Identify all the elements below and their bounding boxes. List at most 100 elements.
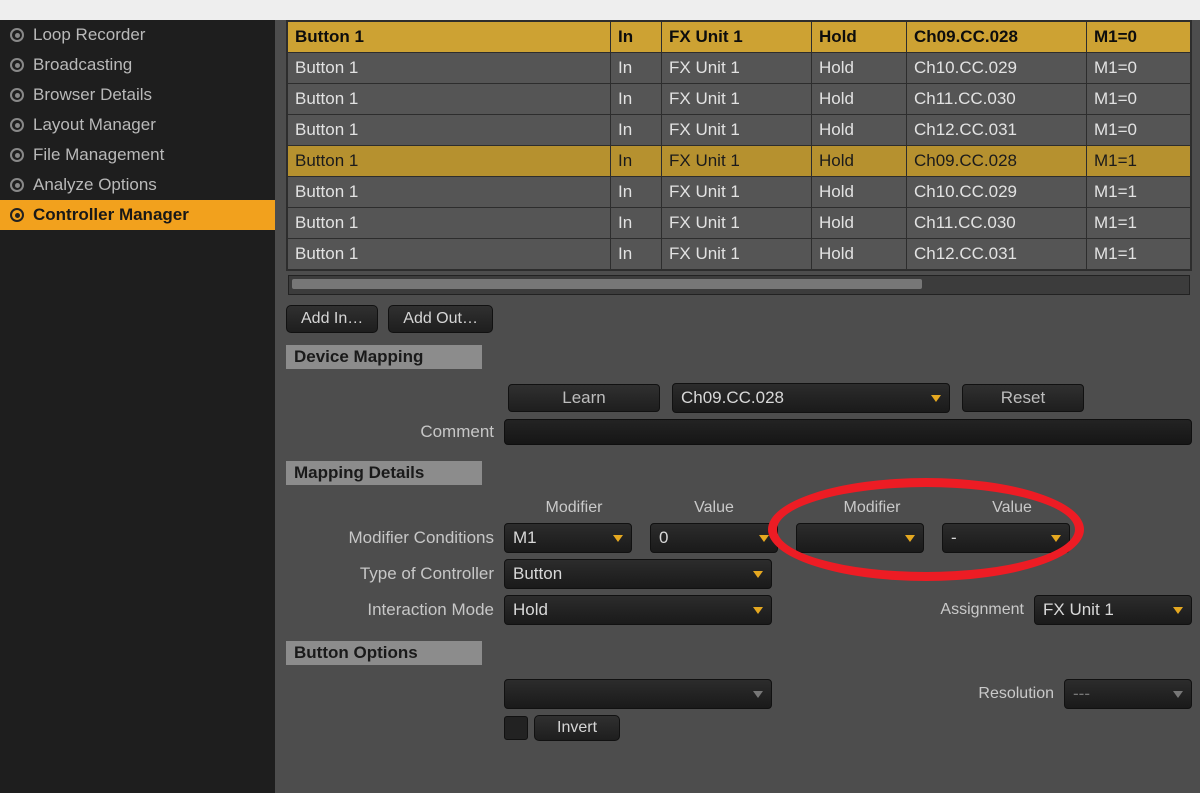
cell-condition: M1=1 bbox=[1087, 177, 1191, 208]
assignment-label: Assignment bbox=[940, 601, 1024, 619]
radio-icon bbox=[10, 208, 24, 222]
chevron-down-icon bbox=[1173, 607, 1183, 614]
button-options-select[interactable] bbox=[504, 679, 772, 709]
cell-control: Button 1 bbox=[288, 146, 611, 177]
sidebar-item-layout-manager[interactable]: Layout Manager bbox=[0, 110, 275, 140]
cell-assignment: FX Unit 1 bbox=[662, 115, 812, 146]
cell-mapped-to: Ch10.CC.029 bbox=[907, 177, 1087, 208]
learn-button[interactable]: Learn bbox=[508, 384, 660, 412]
type-of-controller-label: Type of Controller bbox=[286, 564, 504, 584]
invert-button[interactable]: Invert bbox=[534, 715, 620, 741]
invert-checkbox[interactable] bbox=[504, 716, 528, 740]
sidebar-item-label: Broadcasting bbox=[33, 55, 132, 75]
cell-control: Button 1 bbox=[288, 208, 611, 239]
cell-assignment: FX Unit 1 bbox=[662, 84, 812, 115]
value1-select[interactable]: 0 bbox=[650, 523, 778, 553]
chevron-down-icon bbox=[905, 535, 915, 542]
cell-assignment: FX Unit 1 bbox=[662, 239, 812, 270]
cell-condition: M1=0 bbox=[1087, 84, 1191, 115]
horizontal-scrollbar[interactable] bbox=[288, 275, 1190, 295]
sidebar-item-label: Loop Recorder bbox=[33, 25, 145, 45]
table-row[interactable]: Button 1InFX Unit 1HoldCh09.CC.028M1=0 bbox=[288, 22, 1191, 53]
radio-icon bbox=[10, 58, 24, 72]
sidebar-item-label: Analyze Options bbox=[33, 175, 157, 195]
type-of-controller-select[interactable]: Button bbox=[504, 559, 772, 589]
chevron-down-icon bbox=[931, 395, 941, 402]
cell-assignment: FX Unit 1 bbox=[662, 53, 812, 84]
radio-icon bbox=[10, 148, 24, 162]
sidebar-item-loop-recorder[interactable]: Loop Recorder bbox=[0, 20, 275, 50]
table-row[interactable]: Button 1InFX Unit 1HoldCh12.CC.031M1=1 bbox=[288, 239, 1191, 270]
cell-condition: M1=0 bbox=[1087, 22, 1191, 53]
radio-icon bbox=[10, 178, 24, 192]
chevron-down-icon bbox=[753, 607, 763, 614]
cell-condition: M1=1 bbox=[1087, 146, 1191, 177]
modifier2-select[interactable] bbox=[796, 523, 924, 553]
cell-condition: M1=0 bbox=[1087, 53, 1191, 84]
cell-condition: M1=1 bbox=[1087, 239, 1191, 270]
cell-mode: Hold bbox=[812, 177, 907, 208]
cell-mode: Hold bbox=[812, 208, 907, 239]
cell-mapped-to: Ch09.CC.028 bbox=[907, 22, 1087, 53]
sidebar-item-label: Browser Details bbox=[33, 85, 152, 105]
sidebar-item-browser-details[interactable]: Browser Details bbox=[0, 80, 275, 110]
col-header-modifier: Modifier bbox=[504, 499, 644, 517]
cell-io: In bbox=[611, 115, 662, 146]
table-row[interactable]: Button 1InFX Unit 1HoldCh10.CC.029M1=0 bbox=[288, 53, 1191, 84]
cell-assignment: FX Unit 1 bbox=[662, 177, 812, 208]
cell-assignment: FX Unit 1 bbox=[662, 22, 812, 53]
chevron-down-icon bbox=[1173, 691, 1183, 698]
cell-mode: Hold bbox=[812, 53, 907, 84]
cell-mode: Hold bbox=[812, 84, 907, 115]
cell-mode: Hold bbox=[812, 115, 907, 146]
table-row[interactable]: Button 1InFX Unit 1HoldCh11.CC.030M1=0 bbox=[288, 84, 1191, 115]
cell-mapped-to: Ch12.CC.031 bbox=[907, 115, 1087, 146]
assignment-select[interactable]: FX Unit 1 bbox=[1034, 595, 1192, 625]
chevron-down-icon bbox=[753, 571, 763, 578]
sidebar-item-broadcasting[interactable]: Broadcasting bbox=[0, 50, 275, 80]
section-header-device-mapping: Device Mapping bbox=[286, 345, 482, 369]
add-in-button[interactable]: Add In… bbox=[286, 305, 378, 333]
table-row[interactable]: Button 1InFX Unit 1HoldCh09.CC.028M1=1 bbox=[288, 146, 1191, 177]
table-row[interactable]: Button 1InFX Unit 1HoldCh10.CC.029M1=1 bbox=[288, 177, 1191, 208]
resolution-select[interactable]: --- bbox=[1064, 679, 1192, 709]
sidebar-item-analyze-options[interactable]: Analyze Options bbox=[0, 170, 275, 200]
cell-control: Button 1 bbox=[288, 84, 611, 115]
cell-control: Button 1 bbox=[288, 239, 611, 270]
cell-mode: Hold bbox=[812, 239, 907, 270]
cell-io: In bbox=[611, 22, 662, 53]
sidebar-item-controller-manager[interactable]: Controller Manager bbox=[0, 200, 275, 230]
chevron-down-icon bbox=[1051, 535, 1061, 542]
cell-condition: M1=1 bbox=[1087, 208, 1191, 239]
preferences-sidebar: Loop Recorder Broadcasting Browser Detai… bbox=[0, 0, 278, 793]
add-out-button[interactable]: Add Out… bbox=[388, 305, 493, 333]
cell-io: In bbox=[611, 177, 662, 208]
cell-mapped-to: Ch10.CC.029 bbox=[907, 53, 1087, 84]
cell-io: In bbox=[611, 53, 662, 84]
cell-assignment: FX Unit 1 bbox=[662, 208, 812, 239]
mapped-to-select[interactable]: Ch09.CC.028 bbox=[672, 383, 950, 413]
reset-button[interactable]: Reset bbox=[962, 384, 1084, 412]
comment-input[interactable] bbox=[504, 419, 1192, 445]
value2-select[interactable]: - bbox=[942, 523, 1070, 553]
cell-mode: Hold bbox=[812, 22, 907, 53]
chevron-down-icon bbox=[759, 535, 769, 542]
table-row[interactable]: Button 1InFX Unit 1HoldCh11.CC.030M1=1 bbox=[288, 208, 1191, 239]
col-header-value: Value bbox=[644, 499, 784, 517]
cell-control: Button 1 bbox=[288, 22, 611, 53]
cell-control: Button 1 bbox=[288, 115, 611, 146]
cell-io: In bbox=[611, 84, 662, 115]
comment-label: Comment bbox=[286, 422, 504, 442]
chevron-down-icon bbox=[753, 691, 763, 698]
sidebar-item-file-management[interactable]: File Management bbox=[0, 140, 275, 170]
table-row[interactable]: Button 1InFX Unit 1HoldCh12.CC.031M1=0 bbox=[288, 115, 1191, 146]
modifier-conditions-label: Modifier Conditions bbox=[286, 528, 504, 548]
col-header-modifier2: Modifier bbox=[802, 499, 942, 517]
mapped-to-value: Ch09.CC.028 bbox=[681, 388, 784, 408]
cell-control: Button 1 bbox=[288, 53, 611, 84]
col-header-value2: Value bbox=[942, 499, 1082, 517]
resolution-label: Resolution bbox=[978, 685, 1054, 703]
assignment-table[interactable]: Button 1InFX Unit 1HoldCh09.CC.028M1=0Bu… bbox=[286, 20, 1192, 271]
modifier1-select[interactable]: M1 bbox=[504, 523, 632, 553]
interaction-mode-select[interactable]: Hold bbox=[504, 595, 772, 625]
